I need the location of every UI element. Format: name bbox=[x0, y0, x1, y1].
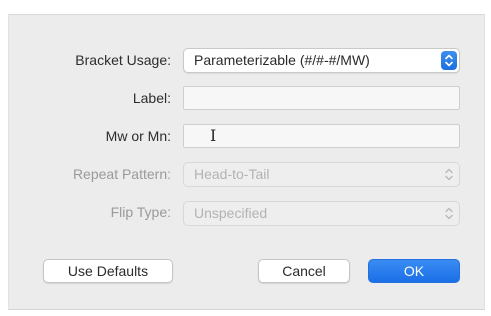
screen: Bracket Usage: Parameterizable (#/#-#/MW… bbox=[0, 0, 491, 316]
use-defaults-button[interactable]: Use Defaults bbox=[43, 259, 173, 283]
bracket-properties-dialog: Bracket Usage: Parameterizable (#/#-#/MW… bbox=[8, 14, 485, 310]
bracket-usage-value: Parameterizable (#/#-#/MW) bbox=[194, 52, 370, 68]
repeat-pattern-value: Head-to-Tail bbox=[194, 166, 270, 182]
bracket-usage-label: Bracket Usage: bbox=[75, 52, 171, 68]
label-field-label: Label: bbox=[132, 90, 171, 106]
chevron-up-down-icon bbox=[441, 51, 457, 70]
mw-or-mn-label: Mw or Mn: bbox=[105, 128, 171, 144]
repeat-pattern-popup[interactable]: Head-to-Tail bbox=[183, 162, 460, 187]
flip-type-value: Unspecified bbox=[194, 205, 268, 221]
flip-type-popup[interactable]: Unspecified bbox=[183, 201, 460, 226]
mw-or-mn-input[interactable]: I bbox=[183, 124, 460, 148]
label-input[interactable] bbox=[183, 86, 460, 110]
chevron-up-down-icon bbox=[443, 166, 455, 183]
chevron-up-down-icon bbox=[443, 205, 455, 222]
i-beam-cursor-icon: I bbox=[210, 126, 217, 145]
ok-button[interactable]: OK bbox=[368, 259, 460, 283]
cancel-button[interactable]: Cancel bbox=[258, 259, 350, 283]
bracket-usage-popup[interactable]: Parameterizable (#/#-#/MW) bbox=[183, 48, 460, 73]
repeat-pattern-label: Repeat Pattern: bbox=[72, 166, 171, 182]
flip-type-label: Flip Type: bbox=[110, 204, 171, 220]
